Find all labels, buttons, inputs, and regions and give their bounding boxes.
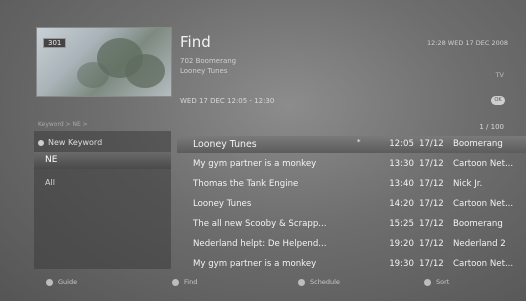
- program-time: 19:20: [389, 239, 414, 249]
- program-channel: Nederland 2: [453, 239, 506, 249]
- guide-label: Guide: [58, 278, 78, 286]
- clock: 12:28 WED 17 DEC 2008: [427, 39, 508, 47]
- results-list: Looney Tunes * 12:05 17/12 Boomerang My …: [177, 136, 526, 276]
- program-channel: Cartoon Net...: [453, 159, 514, 169]
- keyword-item-ne[interactable]: NE: [34, 152, 171, 169]
- epg-screen: 301 Find 12:28 WED 17 DEC 2008 702 Boome…: [0, 0, 526, 301]
- result-row[interactable]: Nederland helpt: De Helpend... 19:20 17/…: [177, 236, 526, 253]
- program-time: 13:40: [389, 179, 414, 189]
- sort-button[interactable]: Sort: [424, 278, 449, 286]
- green-button-icon: [172, 278, 179, 286]
- result-row[interactable]: The all new Scooby & Scrapp... 15:25 17/…: [177, 216, 526, 233]
- program-channel: Cartoon Net...: [453, 259, 514, 269]
- program-datetime: WED 17 DEC 12:05 - 12:30: [180, 97, 275, 105]
- program-date: 17/12: [419, 239, 444, 249]
- current-channel: 702 Boomerang: [180, 57, 237, 65]
- program-title: Looney Tunes: [193, 199, 252, 209]
- result-row[interactable]: My gym partner is a monkey 13:30 17/12 C…: [177, 156, 526, 173]
- find-label: Find: [184, 278, 198, 286]
- reminder-mark: *: [357, 138, 361, 146]
- program-date: 17/12: [419, 259, 444, 269]
- video-preview: 301: [36, 27, 172, 97]
- program-date: 17/12: [419, 219, 444, 229]
- keyword-panel: New Keyword NE All: [34, 131, 171, 269]
- page-title: Find: [180, 33, 211, 51]
- result-row[interactable]: Thomas the Tank Engine 13:40 17/12 Nick …: [177, 176, 526, 193]
- find-button[interactable]: Find: [172, 278, 197, 286]
- blue-button-icon: [424, 278, 431, 286]
- new-keyword-label: New Keyword: [48, 138, 103, 147]
- breadcrumb: Keyword > NE >: [38, 121, 88, 128]
- schedule-button[interactable]: Schedule: [298, 278, 340, 286]
- program-channel: Nick Jr.: [453, 179, 483, 189]
- program-date: 17/12: [419, 179, 444, 189]
- program-time: 13:30: [389, 159, 414, 169]
- result-row[interactable]: Looney Tunes 14:20 17/12 Cartoon Net...: [177, 196, 526, 213]
- program-time: 14:20: [389, 199, 414, 209]
- result-row[interactable]: Looney Tunes * 12:05 17/12 Boomerang: [177, 136, 526, 153]
- program-date: 17/12: [419, 199, 444, 209]
- program-time: 15:25: [389, 219, 414, 229]
- program-channel: Boomerang: [453, 219, 503, 229]
- keyword-item-all[interactable]: All: [45, 178, 55, 187]
- tv-tag: TV: [495, 71, 504, 79]
- program-title: Nederland helpt: De Helpend...: [193, 239, 327, 249]
- program-time: 19:30: [389, 259, 414, 269]
- program-date: 17/12: [419, 159, 444, 169]
- program-date: 17/12: [419, 139, 444, 149]
- guide-button[interactable]: Guide: [46, 278, 77, 286]
- program-title: My gym partner is a monkey: [193, 259, 317, 269]
- yellow-button-icon: [298, 278, 305, 286]
- program-title: My gym partner is a monkey: [193, 159, 317, 169]
- sort-label: Sort: [436, 278, 450, 286]
- schedule-label: Schedule: [310, 278, 340, 286]
- program-title: The all new Scooby & Scrapp...: [193, 219, 327, 229]
- program-title: Looney Tunes: [193, 139, 257, 150]
- result-row[interactable]: My gym partner is a monkey 19:30 17/12 C…: [177, 256, 526, 273]
- program-title: Thomas the Tank Engine: [193, 179, 299, 189]
- bullet-icon: [38, 139, 44, 146]
- current-program: Looney Tunes: [180, 67, 228, 75]
- result-counter: 1 / 100: [479, 123, 504, 131]
- program-time: 12:05: [389, 139, 414, 149]
- ok-button-icon: OK: [491, 96, 505, 105]
- footer-bar: Guide Find Schedule Sort: [0, 278, 526, 292]
- program-channel: Boomerang: [453, 139, 503, 149]
- program-channel: Cartoon Net...: [453, 199, 514, 209]
- new-keyword-button[interactable]: New Keyword: [38, 138, 102, 147]
- channel-badge: 301: [43, 38, 67, 48]
- red-button-icon: [46, 278, 53, 286]
